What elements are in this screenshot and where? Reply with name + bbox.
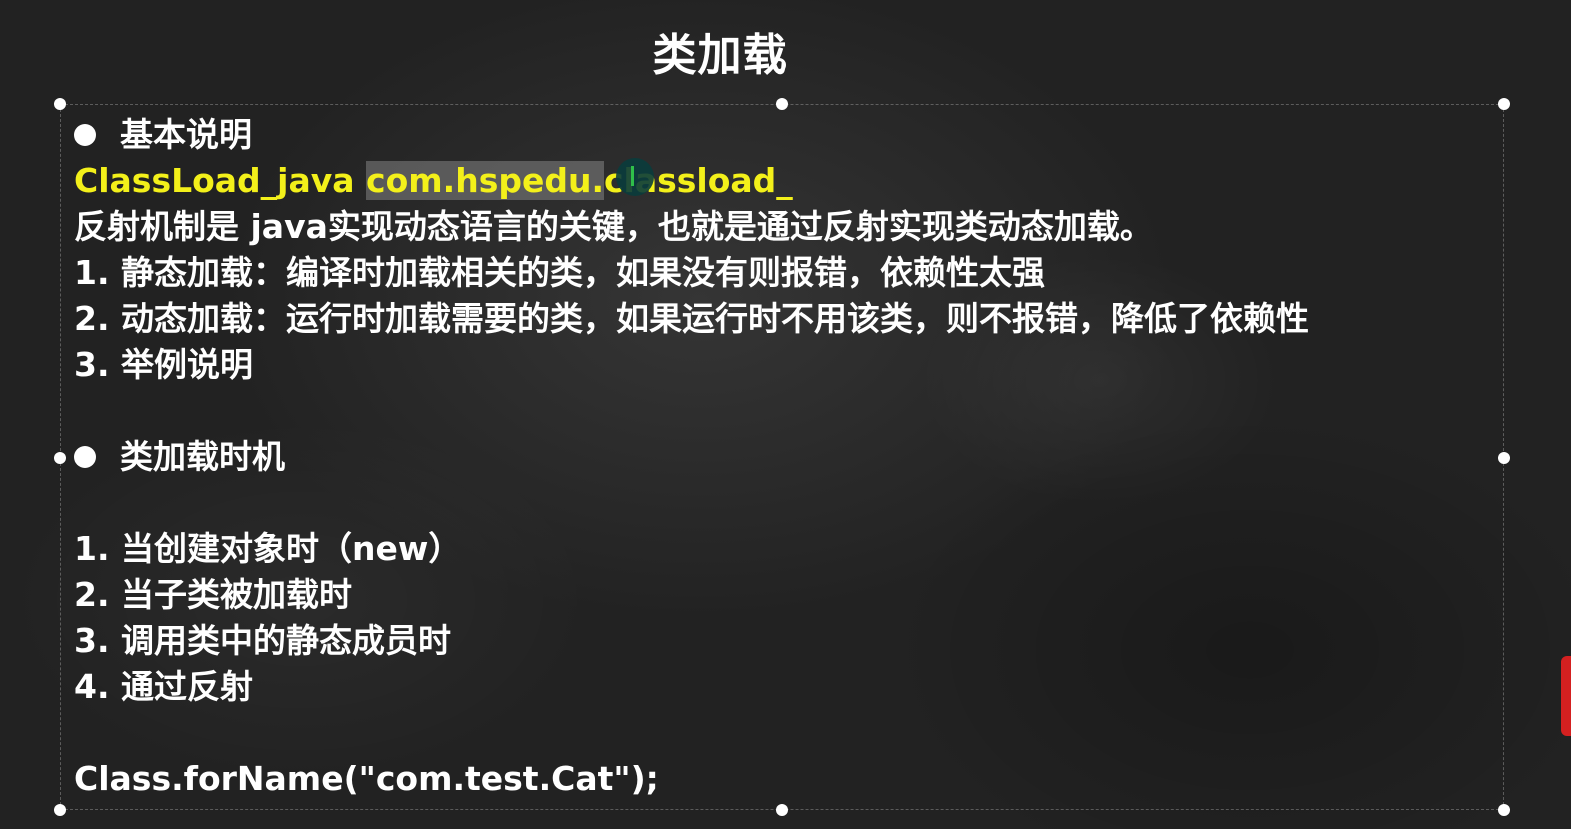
- path-label: ClassLoad_java: [74, 161, 355, 200]
- resize-handle-top-left[interactable]: [54, 98, 66, 110]
- resize-handle-bottom-right[interactable]: [1498, 804, 1510, 816]
- timing-2: 2. 当子类被加载时: [74, 575, 352, 614]
- point-3: 3. 举例说明: [74, 345, 253, 384]
- slide-content[interactable]: 基本说明 ClassLoad_java com.hspedu.classload…: [74, 112, 1504, 802]
- timing-1: 1. 当创建对象时（new）: [74, 529, 462, 568]
- basic-heading: 基本说明: [120, 115, 252, 154]
- timing-heading-line: 类加载时机: [74, 434, 1504, 480]
- resize-handle-middle-left[interactable]: [54, 452, 66, 464]
- path-package-selected[interactable]: com.hspedu.: [366, 161, 604, 200]
- mouse-pointer-icon: [616, 158, 654, 196]
- timing-3: 3. 调用类中的静态成员时: [74, 621, 451, 660]
- cursor-ring-icon: [772, 58, 786, 72]
- bullet-dot-icon: [74, 446, 96, 468]
- slide-title: 类加载: [652, 30, 788, 81]
- side-panel-tab[interactable]: [1561, 656, 1571, 736]
- bullet-dot-icon: [74, 124, 96, 146]
- resize-handle-bottom-middle[interactable]: [776, 804, 788, 816]
- resize-handle-bottom-left[interactable]: [54, 804, 66, 816]
- path-line: ClassLoad_java com.hspedu.classload_: [74, 158, 1504, 204]
- resize-handle-top-right[interactable]: [1498, 98, 1510, 110]
- basic-heading-line: 基本说明: [74, 112, 1504, 158]
- intro-text: 反射机制是 java实现动态语言的关键，也就是通过反射实现类动态加载。: [74, 207, 1153, 246]
- timing-heading: 类加载时机: [120, 437, 285, 476]
- point-1: 1. 静态加载：编译时加载相关的类，如果没有则报错，依赖性太强: [74, 253, 1045, 292]
- point-2: 2. 动态加载：运行时加载需要的类，如果运行时不用该类，则不报错，降低了依赖性: [74, 299, 1309, 338]
- timing-4: 4. 通过反射: [74, 667, 253, 706]
- code-example: Class.forName("com.test.Cat");: [74, 759, 659, 798]
- resize-handle-top-middle[interactable]: [776, 98, 788, 110]
